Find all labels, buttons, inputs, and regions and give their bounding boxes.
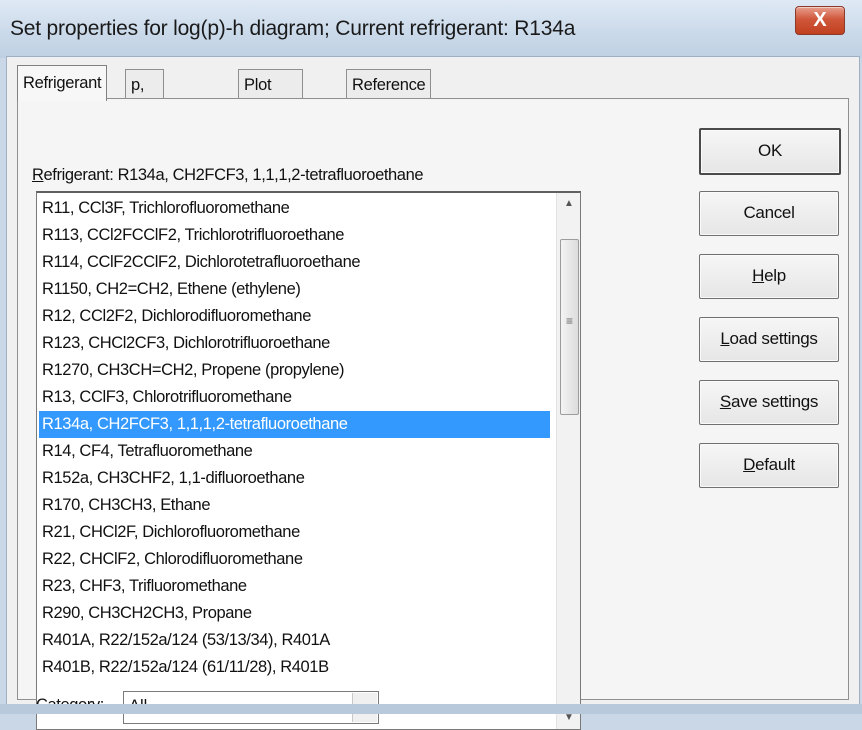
load-accel: L [720,329,730,348]
list-item[interactable]: R23, CHF3, Trifluoromethane [39,573,550,600]
refrigerant-label-accel: R [32,166,44,184]
tab-label: Refrigerant [23,74,102,92]
list-item[interactable]: R401B, R22/152a/124 (61/11/28), R401B [39,654,550,681]
list-item-selected[interactable]: R134a, CH2FCF3, 1,1,1,2-tetrafluoroethan… [39,411,550,438]
help-rest: elp [764,266,786,285]
refrigerant-label: Refrigerant: R134a, CH2FCF3, 1,1,1,2-tet… [32,166,424,185]
window-bottom-edge [0,704,862,714]
refrigerant-listbox[interactable]: R11, CCl3F, Trichlorofluoromethane R113, … [36,191,581,730]
list-item[interactable]: R113, CCl2FCClF2, Trichlorotrifluoroetha… [39,222,550,249]
help-button[interactable]: Help [699,254,839,299]
list-item[interactable]: R1270, CH3CH=CH2, Propene (propylene) [39,357,550,384]
tab-p-t-s-h[interactable]: p, T, s and h [125,69,164,184]
save-accel: S [719,392,731,411]
default-accel: D [743,455,756,474]
list-item[interactable]: R114, CClF2CClF2, Dichlorotetrafluoroeth… [39,249,550,276]
cancel-button-label: Cancel [743,203,795,222]
scroll-thumb[interactable]: ≡ [560,239,579,415]
list-item[interactable]: R12, CCl2F2, Dichlorodifluoromethane [39,303,550,330]
list-item[interactable]: R22, CHClF2, Chlorodifluoromethane [39,546,550,573]
tab-label: Reference [352,76,426,94]
close-button[interactable]: X [795,6,845,35]
current-refrigerant-value: R134a, CH2FCF3, 1,1,1,2-tetrafluoroethan… [117,166,424,184]
list-item[interactable]: R21, CHCl2F, Dichlorofluoromethane [39,519,550,546]
list-item[interactable]: R11, CCl3F, Trichlorofluoromethane [39,195,550,222]
close-icon: X [813,9,827,31]
default-rest: efault [755,455,795,474]
list-item[interactable]: R152a, CH3CHF2, 1,1-difluoroethane [39,465,550,492]
save-rest: ave settings [730,392,819,411]
window-title: Set properties for log(p)-h diagram; Cur… [10,17,576,40]
vertical-scrollbar[interactable]: ▲ ≡ ▼ [556,193,580,729]
save-settings-button[interactable]: Save settings [699,380,839,425]
tab-plot-specific[interactable]: Plot specific [238,69,303,124]
list-item[interactable]: R1150, CH2=CH2, Ethene (ethylene) [39,276,550,303]
list-item[interactable]: R170, CH3CH3, Ethane [39,492,550,519]
list-item[interactable]: R401A, R22/152a/124 (53/13/34), R401A [39,627,550,654]
list-item[interactable]: R13, CClF3, Chlorotrifluoromethane [39,384,550,411]
grip-icon: ≡ [565,314,573,328]
cancel-button[interactable]: Cancel [699,191,839,236]
tab-refrigerant[interactable]: Refrigerant [17,65,108,101]
list-item[interactable]: R14, CF4, Tetrafluoromethane [39,438,550,465]
refrigerant-label-rest: efrigerant: [43,166,114,184]
title-bar: Set properties for log(p)-h diagram; Cur… [0,0,862,58]
tab-reference[interactable]: Reference [346,69,432,100]
list-item[interactable]: R123, CHCl2CF3, Dichlorotrifluoroethane [39,330,550,357]
load-rest: oad settings [729,329,818,348]
list-item[interactable]: R290, CH3CH2CH3, Propane [39,600,550,627]
default-button[interactable]: Default [699,443,839,488]
ok-button-label: OK [758,141,782,160]
scroll-up-icon[interactable]: ▲ [557,193,580,215]
load-settings-button[interactable]: Load settings [699,317,839,362]
help-accel: H [752,266,765,285]
ok-button[interactable]: OK [699,128,841,175]
